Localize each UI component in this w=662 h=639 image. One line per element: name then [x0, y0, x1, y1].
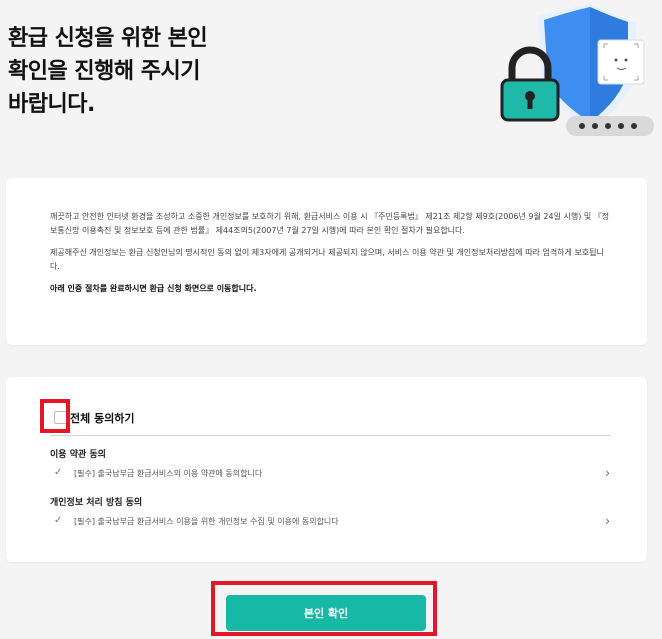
agreement-card: 전체 동의하기 이용 약관 동의 ✓ [필수] 출국납부금 환급서비스의 이용 … — [6, 377, 647, 562]
agree-all-label[interactable]: 전체 동의하기 — [70, 410, 135, 426]
chevron-right-icon[interactable]: › — [605, 514, 610, 528]
privacy-section-title: 개인정보 처리 방침 동의 — [50, 498, 143, 508]
title-line-2: 확인을 진행해 주시기 — [8, 59, 200, 84]
agree-all-row[interactable]: 전체 동의하기 — [50, 409, 610, 436]
terms-agree-label[interactable]: [필수] 출국납부금 환급서비스의 이용 약관에 동의합니다 — [74, 468, 262, 479]
agree-all-checkbox[interactable] — [54, 411, 67, 424]
notice-paragraph-1: 깨끗하고 안전한 인터넷 환경을 조성하고 소중한 개인정보를 보호하기 위해,… — [50, 212, 610, 235]
check-icon[interactable]: ✓ — [54, 515, 62, 526]
notice-paragraph-2: 제공해주신 개인정보는 환급 신청인님의 명시적인 동의 없이 제3자에게 공개… — [50, 248, 604, 271]
terms-agree-row[interactable]: ✓ [필수] 출국납부금 환급서비스의 이용 약관에 동의합니다 › — [54, 466, 610, 482]
lock-icon — [500, 46, 560, 122]
face-scan-icon — [597, 39, 645, 85]
privacy-agree-label[interactable]: [필수] 출국납부금 환급서비스 이용을 위한 개인정보 수집 및 이용에 동의… — [74, 516, 339, 527]
check-icon[interactable]: ✓ — [54, 467, 62, 478]
title-line-3: 바랍니다. — [8, 92, 95, 117]
notice-paragraph-3: 아래 인증 절차를 완료하시면 환급 신청 화면으로 이동합니다. — [50, 284, 257, 293]
security-illustration — [500, 4, 654, 136]
notice-card: 깨끗하고 안전한 인터넷 환경을 조성하고 소중한 개인정보를 보호하기 위해,… — [6, 178, 647, 345]
terms-section-title: 이용 약관 동의 — [50, 450, 106, 460]
privacy-agree-row[interactable]: ✓ [필수] 출국납부금 환급서비스 이용을 위한 개인정보 수집 및 이용에 … — [54, 514, 610, 530]
page-title: 환급 신청을 위한 본인 확인을 진행해 주시기 바랍니다. — [8, 22, 268, 121]
chevron-right-icon[interactable]: › — [605, 466, 610, 480]
title-line-1: 환급 신청을 위한 본인 — [8, 26, 208, 51]
notice-text: 깨끗하고 안전한 인터넷 환경을 조성하고 소중한 개인정보를 보호하기 위해,… — [50, 210, 610, 304]
password-dots-icon — [566, 116, 654, 136]
identity-confirm-button[interactable]: 본인 확인 — [226, 595, 426, 631]
